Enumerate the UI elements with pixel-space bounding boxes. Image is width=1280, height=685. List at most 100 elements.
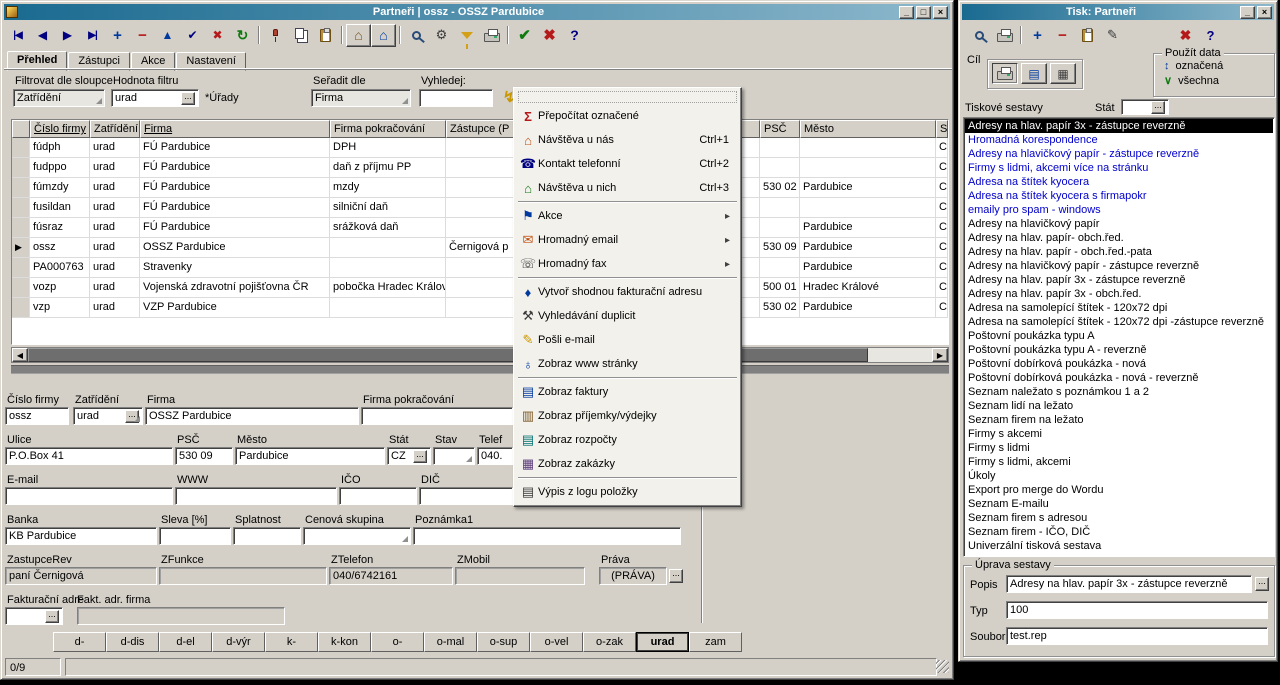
fakt-adr-firma-field[interactable] xyxy=(77,607,285,625)
search-button[interactable] xyxy=(404,24,429,47)
first-record-button[interactable]: |◀ xyxy=(5,24,30,47)
edit-report-button[interactable]: ✎ xyxy=(1100,24,1125,47)
report-item[interactable]: Poštovní poukázka typu A - reverzně xyxy=(965,343,1273,357)
help-button[interactable]: ? xyxy=(562,24,587,47)
confirm-button[interactable]: ✔ xyxy=(512,24,537,47)
table-row[interactable]: fúsrazuradFÚ Pardubicesrážková daňPardub… xyxy=(12,218,948,238)
report-item[interactable]: Adresy na hlav. papír - obch.řed.-pata xyxy=(965,245,1273,259)
scrollbar-thumb[interactable] xyxy=(28,348,868,362)
soubor-field[interactable]: test.rep xyxy=(1006,627,1268,645)
report-item[interactable]: Adresa na samolepící štítek - 120x72 dpi xyxy=(965,301,1273,315)
ulice-field[interactable]: P.O.Box 41 xyxy=(5,447,173,465)
banka-field[interactable]: KB Pardubice xyxy=(5,527,157,545)
preview-button[interactable] xyxy=(967,24,992,47)
col-header-zastupce[interactable]: Zástupce (P xyxy=(446,120,514,138)
cislo-firmy-field[interactable]: ossz xyxy=(5,407,69,425)
report-item[interactable]: emaily pro spam - windows xyxy=(965,203,1273,217)
prava-browse-button[interactable]: ... xyxy=(669,569,683,583)
report-item[interactable]: Adresa na štítek kyocera xyxy=(965,175,1273,189)
report-item[interactable]: Seznam E-mailu xyxy=(965,497,1273,511)
cancel-print-button[interactable]: ✖ xyxy=(1173,24,1198,47)
firma-pokracovani-field[interactable] xyxy=(361,407,513,425)
report-item[interactable]: Hromadná korespondence xyxy=(965,133,1273,147)
col-header-psc[interactable]: PSČ xyxy=(760,120,800,138)
refresh-button[interactable]: ↻ xyxy=(230,24,255,47)
report-item[interactable]: Adresy na hlavičkový papír xyxy=(965,217,1273,231)
menu-item-kontakt-telefonni[interactable]: ☎Kontakt telefonníCtrl+2 xyxy=(516,152,739,176)
menu-item-zobraz-rozpocty[interactable]: ▤Zobraz rozpočty xyxy=(516,428,739,452)
report-item[interactable]: Univerzální tisková sestava xyxy=(965,539,1273,553)
maximize-button[interactable]: □ xyxy=(916,6,931,19)
table-row[interactable]: PA000763uradStravenkyPardubiceC xyxy=(12,258,948,278)
col-header-mesto[interactable]: Město xyxy=(800,120,936,138)
report-item[interactable]: Adresy na hlav. papír 3x - obch.řed. xyxy=(965,287,1273,301)
table-row-selected[interactable]: ▶osszuradOSSZ PardubiceČernigová p530 09… xyxy=(12,238,948,258)
search-input[interactable] xyxy=(419,89,493,107)
report-item[interactable]: Adresy na hlavičkový papír - zástupce re… xyxy=(965,259,1273,273)
report-item[interactable]: Seznam naležato s poznámkou 1 a 2 xyxy=(965,385,1273,399)
paste-report-button[interactable] xyxy=(1075,24,1100,47)
zfunkce-field[interactable] xyxy=(159,567,327,585)
print-report-button[interactable] xyxy=(992,24,1017,47)
sleva-field[interactable] xyxy=(159,527,231,545)
menu-item-zobraz-www[interactable]: ♁Zobraz www stránky xyxy=(516,352,739,376)
menu-item-vypis-z-logu[interactable]: ▤Výpis z logu položky xyxy=(516,480,739,504)
fakturacni-adresa-field[interactable]: ... xyxy=(5,607,63,625)
splatnost-field[interactable] xyxy=(233,527,301,545)
cancel-edit-button[interactable]: ✖ xyxy=(205,24,230,47)
popis-field[interactable]: Adresy na hlav. papír 3x - zástupce reve… xyxy=(1006,575,1252,593)
sheet-tab-urad-active[interactable]: urad xyxy=(636,632,689,652)
report-item[interactable]: Poštovní poukázka typu A xyxy=(965,329,1273,343)
use-data-vsechna[interactable]: ∨všechna xyxy=(1154,72,1274,87)
report-item[interactable]: Firmy s akcemi xyxy=(965,427,1273,441)
sheet-tab-o[interactable]: o- xyxy=(371,632,424,652)
menu-item-zobraz-zakazky[interactable]: ▦Zobraz zakázky xyxy=(516,452,739,476)
telefon-field[interactable]: 040. xyxy=(477,447,513,465)
firma-field[interactable]: OSSZ Pardubice xyxy=(145,407,359,425)
sort-combo[interactable]: Firma xyxy=(311,89,411,107)
table-row[interactable]: vozpuradVojenská zdravotní pojišťovna ČR… xyxy=(12,278,948,298)
zastupcerev-field[interactable]: paní Černigová xyxy=(5,567,157,585)
sheet-tab-o-sup[interactable]: o-sup xyxy=(477,632,530,652)
pin-button[interactable] xyxy=(263,24,288,47)
print-close-button[interactable]: × xyxy=(1257,6,1272,19)
report-item[interactable]: Export pro merge do Wordu xyxy=(965,483,1273,497)
print-stat-field[interactable]: ... xyxy=(1121,99,1169,115)
sheet-tab-zam[interactable]: zam xyxy=(689,632,742,652)
horizontal-scrollbar[interactable]: ◀ ▶ xyxy=(11,347,949,363)
report-item[interactable]: Adresy na hlavičkový papír - zástupce re… xyxy=(965,147,1273,161)
prava-field[interactable]: (PRÁVA) xyxy=(599,567,667,585)
table-row[interactable]: fúdphuradFÚ PardubiceDPHC xyxy=(12,138,948,158)
table-row[interactable]: fusildanuradFÚ Pardubicesilniční daňC xyxy=(12,198,948,218)
menu-item-vytvor-fakturacni-adresu[interactable]: ♦Vytvoř shodnou fakturační adresu xyxy=(516,280,739,304)
print-help-button[interactable]: ? xyxy=(1198,24,1223,47)
filter-value-field[interactable]: urad... xyxy=(111,89,199,107)
fakturacni-adresa-browse-button[interactable]: ... xyxy=(45,610,59,623)
popis-browse-button[interactable]: ... xyxy=(1255,577,1269,591)
report-item[interactable]: Seznam firem s adresou xyxy=(965,511,1273,525)
copy-button[interactable] xyxy=(288,24,313,47)
paste-button[interactable] xyxy=(313,24,338,47)
company-button[interactable]: ⌂ xyxy=(346,24,371,47)
cenova-skupina-field[interactable] xyxy=(303,527,411,545)
zatrideni-browse-button[interactable]: ... xyxy=(125,410,139,423)
scroll-right-button[interactable]: ▶ xyxy=(932,348,948,362)
report-item[interactable]: Firmy s lidmi xyxy=(965,441,1273,455)
scroll-left-button[interactable]: ◀ xyxy=(12,348,28,362)
report-item[interactable]: Firmy s lidmi, akcemi více na stránku xyxy=(965,161,1273,175)
last-record-button[interactable]: ▶| xyxy=(80,24,105,47)
sheet-tab-d-vyr[interactable]: d-výr xyxy=(212,632,265,652)
next-record-button[interactable]: ▶ xyxy=(55,24,80,47)
menu-item-zobraz-faktury[interactable]: ▤Zobraz faktury xyxy=(516,380,739,404)
prev-record-button[interactable]: ◀ xyxy=(30,24,55,47)
zmobil-field[interactable] xyxy=(455,567,585,585)
table-row[interactable]: fúmzdyuradFÚ Pardubicemzdy530 02Pardubic… xyxy=(12,178,948,198)
sheet-tab-o-mal[interactable]: o-mal xyxy=(424,632,477,652)
close-view-button[interactable]: ✖ xyxy=(537,24,562,47)
add-report-button[interactable]: + xyxy=(1025,24,1050,47)
sheet-tab-o-zak[interactable]: o-zak xyxy=(583,632,636,652)
resize-grip[interactable] xyxy=(936,660,949,673)
stat-browse-button[interactable]: ... xyxy=(413,450,427,463)
menu-item-akce[interactable]: ⚑Akce▸ xyxy=(516,204,739,228)
sheet-tab-d[interactable]: d- xyxy=(53,632,106,652)
